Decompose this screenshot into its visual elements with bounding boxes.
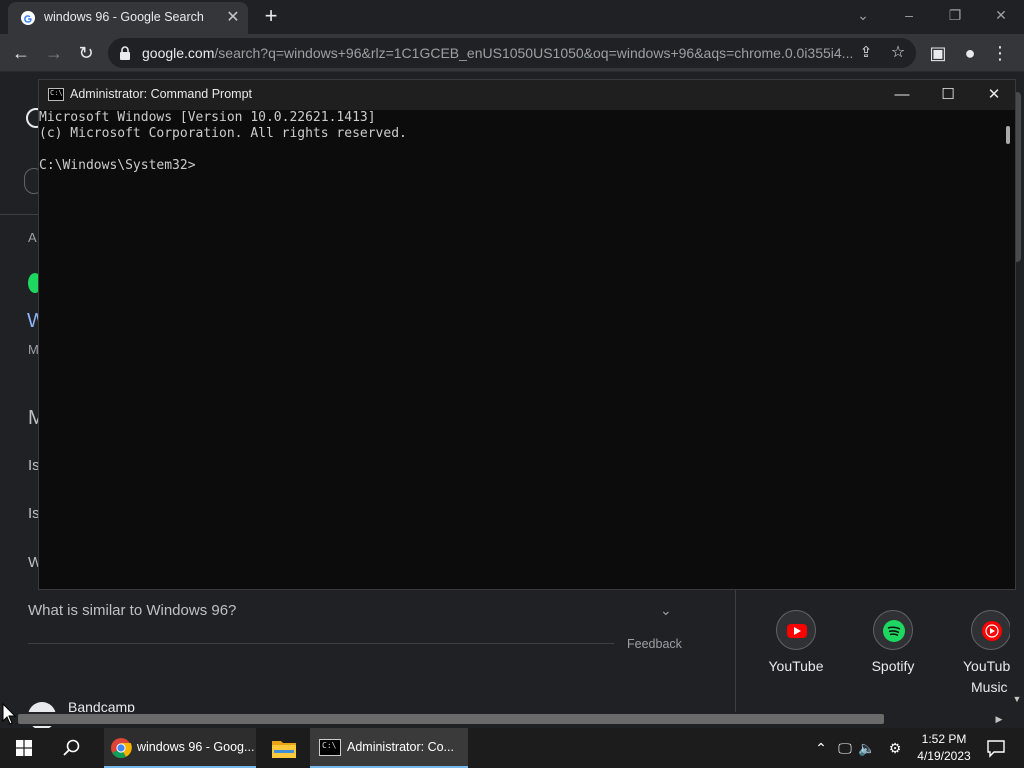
settings-gear-icon[interactable]: ⚙ bbox=[886, 738, 904, 758]
console-prompt[interactable]: C:\Windows\System32> bbox=[39, 158, 1001, 174]
taskbar-file-explorer-button[interactable] bbox=[262, 728, 306, 768]
command-prompt-window[interactable]: C:\ Administrator: Command Prompt — ☐ ✕ … bbox=[38, 79, 1016, 590]
scroll-right-arrow-icon[interactable]: ▶ bbox=[992, 712, 1006, 726]
cmd-icon: C:\ bbox=[48, 88, 64, 101]
divider bbox=[28, 643, 614, 644]
chrome-icon bbox=[111, 738, 132, 759]
cmd-close-button[interactable]: ✕ bbox=[971, 80, 1017, 110]
youtube-icon[interactable] bbox=[776, 610, 816, 650]
console-line: Microsoft Windows [Version 10.0.22621.14… bbox=[39, 110, 376, 125]
volume-icon[interactable]: 🔈 bbox=[858, 738, 876, 758]
clock-time: 1:52 PM bbox=[921, 732, 967, 746]
feedback-link[interactable]: Feedback bbox=[627, 637, 682, 651]
cmd-scrollbar[interactable] bbox=[1001, 110, 1015, 589]
close-window-button[interactable]: ✕ bbox=[978, 4, 1024, 28]
cmd-title-bar[interactable]: C:\ Administrator: Command Prompt — ☐ ✕ bbox=[39, 80, 1015, 110]
clock-date: 4/19/2023 bbox=[917, 749, 971, 763]
back-icon[interactable]: ← bbox=[9, 41, 33, 65]
scroll-down-arrow-icon[interactable]: ▼ bbox=[1010, 694, 1024, 708]
cmd-maximize-button[interactable]: ☐ bbox=[925, 80, 971, 110]
tab-close-icon[interactable]: ✕ bbox=[224, 9, 242, 27]
taskbar-chrome-label: windows 96 - Goog... bbox=[137, 740, 255, 754]
console-output[interactable]: Microsoft Windows [Version 10.0.22621.14… bbox=[39, 110, 1001, 589]
service-label[interactable]: Music bbox=[971, 679, 1011, 695]
windows-logo-icon bbox=[16, 740, 32, 756]
chevron-down-icon[interactable]: ⌄ bbox=[660, 602, 672, 619]
browser-toolbar: ← → ↻ google.com/search?q=windows+96&rlz… bbox=[0, 34, 1024, 72]
bookmark-star-icon[interactable]: ☆ bbox=[888, 42, 908, 62]
youtube-music-icon[interactable] bbox=[971, 610, 1011, 650]
taskbar-chrome-button[interactable]: windows 96 - Goog... bbox=[104, 728, 256, 768]
faq-question[interactable]: What is similar to Windows 96? bbox=[28, 602, 236, 619]
url-path: /search?q=windows+96&rlz=1C1GCEB_enUS105… bbox=[214, 45, 852, 61]
spotify-icon[interactable] bbox=[873, 610, 913, 650]
url-text[interactable]: google.com/search?q=windows+96&rlz=1C1GC… bbox=[142, 45, 852, 61]
chevron-up-icon[interactable]: ⌃ bbox=[812, 738, 830, 758]
taskbar-search-button[interactable] bbox=[48, 728, 96, 768]
new-tab-button[interactable]: + bbox=[260, 5, 282, 28]
service-label[interactable]: YouTube bbox=[766, 658, 826, 674]
divider bbox=[0, 214, 38, 215]
google-favicon-icon bbox=[21, 11, 35, 25]
scrollbar-thumb[interactable] bbox=[1006, 126, 1010, 144]
lock-icon[interactable] bbox=[118, 45, 132, 61]
youtube-music-logo bbox=[982, 621, 1002, 641]
cmd-icon: C:\ bbox=[319, 739, 341, 756]
spotify-logo bbox=[883, 620, 905, 642]
url-domain: google.com bbox=[142, 45, 215, 61]
tab-search-icon[interactable]: ⌄ bbox=[840, 4, 886, 28]
forward-icon[interactable]: → bbox=[42, 41, 66, 65]
taskbar: windows 96 - Goog... C:\ Administrator: … bbox=[0, 728, 1024, 768]
cmd-minimize-button[interactable]: — bbox=[879, 80, 925, 110]
service-label[interactable]: Spotify bbox=[863, 658, 923, 674]
mouse-cursor-icon bbox=[2, 703, 16, 725]
share-icon[interactable]: ⇪ bbox=[856, 43, 876, 63]
page-fragment: A bbox=[28, 230, 37, 245]
browser-tab[interactable]: windows 96 - Google Search ✕ bbox=[8, 2, 248, 34]
side-panel-icon[interactable]: ▣ bbox=[926, 41, 950, 65]
tab-title: windows 96 - Google Search bbox=[44, 10, 204, 24]
search-icon bbox=[63, 739, 80, 756]
console-line: (c) Microsoft Corporation. All rights re… bbox=[39, 126, 407, 141]
reload-icon[interactable]: ↻ bbox=[74, 41, 98, 65]
notification-icon[interactable] bbox=[986, 738, 1006, 758]
browser-tab-strip: windows 96 - Google Search ✕ + ⌄ – ❐ ✕ bbox=[0, 0, 1024, 34]
taskbar-cmd-button[interactable]: C:\ Administrator: Co... bbox=[310, 728, 468, 768]
restore-button[interactable]: ❐ bbox=[932, 4, 978, 28]
minimize-button[interactable]: – bbox=[886, 4, 932, 28]
clock[interactable]: 1:52 PM 4/19/2023 bbox=[908, 731, 980, 765]
service-label[interactable]: YouTub bbox=[963, 658, 1010, 674]
taskbar-cmd-label: Administrator: Co... bbox=[347, 740, 454, 754]
profile-avatar-icon[interactable]: ● bbox=[958, 41, 982, 65]
cmd-title: Administrator: Command Prompt bbox=[70, 87, 253, 101]
folder-icon bbox=[272, 741, 296, 758]
scrollbar-thumb[interactable] bbox=[18, 714, 884, 724]
network-icon[interactable]: 🖵 bbox=[836, 738, 854, 758]
menu-kebab-icon[interactable]: ⋮ bbox=[988, 41, 1012, 65]
start-button[interactable] bbox=[0, 728, 48, 768]
page-horizontal-scrollbar[interactable]: ▶ bbox=[0, 712, 1024, 726]
youtube-logo bbox=[787, 624, 807, 638]
address-bar[interactable]: google.com/search?q=windows+96&rlz=1C1GC… bbox=[108, 38, 916, 68]
divider bbox=[735, 590, 736, 712]
